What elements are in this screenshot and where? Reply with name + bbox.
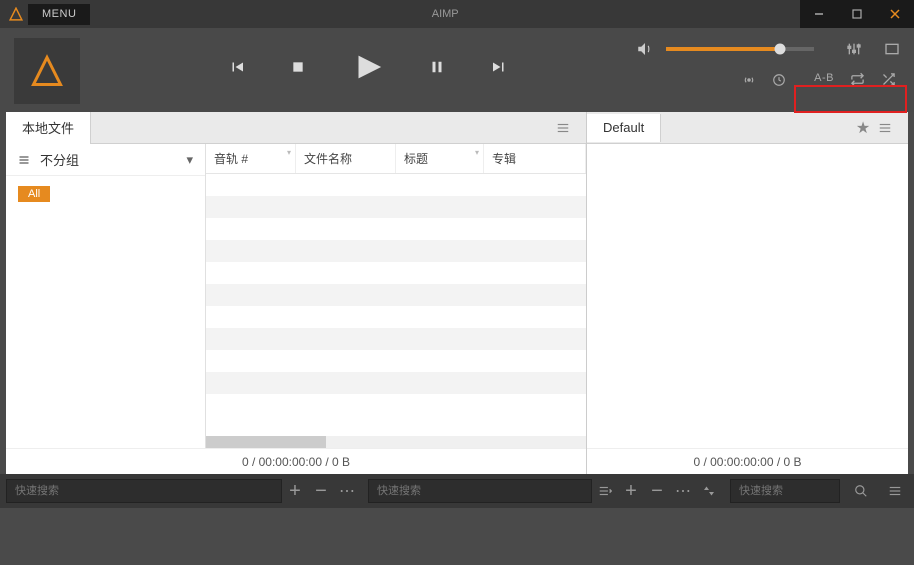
left-status: 0 / 00:00:00:00 / 0 B [6,448,586,474]
track-table: 音轨 #▾ 文件名称 标题▾ 专辑 [206,144,586,448]
col-track[interactable]: 音轨 #▾ [206,144,296,173]
horizontal-scrollbar[interactable] [206,436,586,448]
col-title[interactable]: 标题▾ [396,144,484,173]
tab-local-files[interactable]: 本地文件 [6,112,91,144]
table-body [206,174,586,436]
col-filename[interactable]: 文件名称 [296,144,396,173]
more-icon[interactable]: ⋯ [334,478,360,504]
table-row [206,284,586,306]
right-control-cluster: A-B [636,38,900,87]
hamburger-icon [18,154,30,166]
chevron-down-icon: ▾ [186,152,193,168]
table-row [206,240,586,262]
table-row [206,350,586,372]
right-status: 0 / 00:00:00:00 / 0 B [587,448,908,474]
right-body [587,144,908,448]
titlebar: MENU AIMP [0,0,914,28]
default-playlist-panel: Default ★ 0 / 00:00:00:00 / 0 B [587,112,908,474]
table-row [206,196,586,218]
remove-button[interactable]: − [308,478,334,504]
previous-button[interactable] [228,58,246,76]
volume-thumb[interactable] [774,44,785,55]
filter-icon[interactable]: ▾ [475,148,479,157]
minimize-button[interactable] [800,0,838,28]
player-area: A-B [0,28,914,112]
volume-icon[interactable] [636,40,654,58]
scrollbar-thumb[interactable] [206,436,326,448]
col-album[interactable]: 专辑 [484,144,586,173]
window-controls [800,0,914,28]
table-row [206,262,586,284]
transport-controls [100,38,636,84]
volume-fill [666,47,780,51]
search-icon[interactable] [848,478,874,504]
app-logo-small [6,4,26,24]
table-row [206,372,586,394]
broadcast-icon[interactable] [742,73,756,87]
table-row [206,306,586,328]
play-button[interactable] [350,50,384,84]
more-icon-2[interactable]: ⋯ [670,478,696,504]
filter-icon[interactable]: ▾ [287,148,291,157]
ab-repeat-button[interactable]: A-B [814,72,834,87]
window-title: AIMP [90,8,800,20]
table-row [206,174,586,196]
add-button-2[interactable]: + [618,478,644,504]
shuffle-icon[interactable] [881,72,896,87]
sort-icon[interactable] [696,478,722,504]
secondary-control-row: A-B [742,72,900,87]
search-input-middle[interactable] [368,479,592,503]
close-button[interactable] [876,0,914,28]
right-panel-tabbar: Default ★ [587,112,908,144]
playlist-panels: 本地文件 不分组 ▾ All 音轨 #▾ 文件名称 标题▾ 专辑 [6,112,908,474]
next-button[interactable] [490,58,508,76]
grouping-selector[interactable]: 不分组 ▾ [6,144,205,176]
table-row [206,218,586,240]
list-menu-icon[interactable] [592,478,618,504]
equalizer-icon[interactable] [846,41,862,57]
menu-button[interactable]: MENU [28,4,90,25]
bottom-toolbar: + − ⋯ + − ⋯ [0,474,914,508]
panel-menu-icon[interactable] [556,121,586,135]
maximize-button[interactable] [838,0,876,28]
search-input-right[interactable] [730,479,840,503]
table-row [206,328,586,350]
table-row [206,394,586,416]
local-files-panel: 本地文件 不分组 ▾ All 音轨 #▾ 文件名称 标题▾ 专辑 [6,112,587,474]
left-panel-tabbar: 本地文件 [6,112,586,144]
table-header: 音轨 #▾ 文件名称 标题▾ 专辑 [206,144,586,174]
search-input-left[interactable] [6,479,282,503]
clock-icon[interactable] [772,73,786,87]
volume-row [636,40,900,58]
volume-slider[interactable] [666,47,814,51]
remove-button-2[interactable]: − [644,478,670,504]
stop-button[interactable] [290,59,306,75]
all-filter-badge[interactable]: All [18,186,50,202]
favorite-icon[interactable]: ★ [848,118,878,138]
repeat-icon[interactable] [850,72,865,87]
visualization-icon[interactable] [884,41,900,57]
tab-default[interactable]: Default [587,114,661,142]
group-column: 不分组 ▾ All [6,144,206,448]
panel-menu-icon[interactable] [878,121,908,135]
menu-icon[interactable] [882,478,908,504]
grouping-label: 不分组 [40,150,79,169]
app-logo-large [14,38,80,104]
add-button[interactable]: + [282,478,308,504]
pause-button[interactable] [428,58,446,76]
